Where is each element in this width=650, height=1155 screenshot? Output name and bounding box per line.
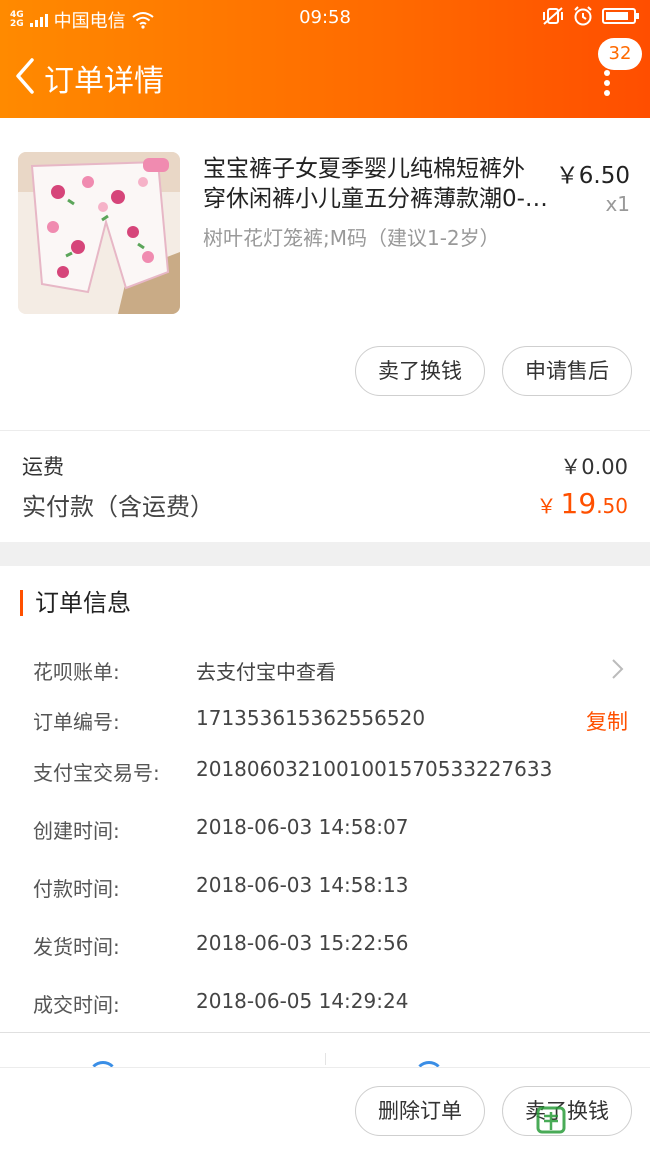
nav-bar: 订单详情 32 (0, 38, 650, 108)
huabei-bill-row[interactable]: 花呗账单: 去支付宝中查看 (0, 650, 650, 690)
product-title[interactable]: 宝宝裤子女夏季婴儿纯棉短裤外 穿休闲裤小儿童五分裤薄款潮0-… (203, 154, 548, 214)
row-key: 支付宝交易号: (33, 761, 160, 785)
paid-decimal: .50 (596, 494, 628, 518)
chevron-right-icon (612, 659, 624, 679)
alarm-icon (574, 6, 592, 26)
product-sku: 树叶花灯笼裤;M码（建议1-2岁） (203, 226, 500, 250)
row-key: 成交时间: (33, 993, 120, 1017)
status-right (542, 6, 639, 26)
bottom-separator (0, 1067, 650, 1068)
shipped-time-row: 发货时间: 2018-06-03 15:22:56 (0, 925, 650, 965)
row-value: 2018-06-03 14:58:13 (196, 873, 409, 897)
shipping-value: ￥0.00 (560, 455, 628, 479)
product-quantity: x1 (605, 192, 630, 216)
message-count-badge[interactable]: 32 (598, 38, 642, 70)
request-aftersale-button[interactable]: 申请售后 (502, 346, 632, 396)
product-card[interactable]: 宝宝裤子女夏季婴儿纯棉短裤外 穿休闲裤小儿童五分裤薄款潮0-… 树叶花灯笼裤;M… (0, 118, 650, 423)
product-title-line2: 穿休闲裤小儿童五分裤薄款潮0-… (203, 186, 548, 212)
app-header: 4G 2G 中国电信 09:58 订单详情 32 (0, 0, 650, 118)
completed-time-row: 成交时间: 2018-06-05 14:29:24 (0, 983, 650, 1023)
row-key: 付款时间: (33, 877, 120, 901)
fee-summary: 运费 ￥0.00 实付款（含运费） ￥ 19.50 (0, 430, 650, 542)
product-thumbnail[interactable] (18, 152, 180, 314)
watermark-logo-icon (536, 1106, 566, 1134)
row-value: 去支付宝中查看 (196, 660, 336, 684)
shipping-label: 运费 (22, 455, 64, 479)
paid-currency: ￥ (536, 494, 557, 518)
page-title: 订单详情 (44, 64, 164, 99)
back-arrow-icon[interactable] (12, 54, 42, 98)
paid-amount: ￥ 19.50 (537, 487, 628, 520)
row-value: 2018060321001001570533227633 (196, 757, 553, 781)
row-value: 2018-06-03 15:22:56 (196, 931, 409, 955)
alipay-trade-row: 支付宝交易号: 2018060321001001570533227633 (0, 751, 650, 791)
product-title-line1: 宝宝裤子女夏季婴儿纯棉短裤外 (203, 156, 525, 182)
row-key: 花呗账单: (33, 660, 120, 684)
watermark-logo (536, 1106, 566, 1141)
shorts-image (18, 152, 180, 314)
row-key: 创建时间: (33, 819, 120, 843)
paid-label: 实付款（含运费） (22, 493, 214, 521)
paid-time-row: 付款时间: 2018-06-03 14:58:13 (0, 867, 650, 907)
battery-icon (602, 8, 639, 24)
row-value: 2018-06-03 14:58:07 (196, 815, 409, 839)
product-price: ￥6.50 (555, 163, 630, 189)
contact-seller-icon[interactable] (88, 1061, 118, 1091)
delete-order-button[interactable]: 删除订单 (355, 1086, 485, 1136)
row-value: 171353615362556520 (196, 706, 426, 730)
row-value: 2018-06-05 14:29:24 (196, 989, 409, 1013)
row-key: 订单编号: (33, 710, 120, 734)
battery-level (606, 12, 629, 20)
order-info-section: 订单信息 花呗账单: 去支付宝中查看 订单编号: 171353615362556… (0, 566, 650, 1032)
row-key: 发货时间: (33, 935, 120, 959)
section-separator (0, 542, 650, 566)
bottom-divider (325, 1053, 326, 1065)
copy-button[interactable]: 复制 (586, 706, 628, 736)
order-info-heading: 订单信息 (20, 590, 131, 616)
more-menu-icon[interactable] (600, 70, 614, 100)
vibrate-icon (543, 7, 563, 25)
paid-integer: 19 (560, 487, 597, 520)
watermark (532, 1100, 650, 1155)
order-number-row: 订单编号: 171353615362556520 复制 (0, 700, 650, 740)
sell-for-cash-button[interactable]: 卖了换钱 (355, 346, 485, 396)
status-bar: 4G 2G 中国电信 09:58 (0, 0, 650, 36)
created-time-row: 创建时间: 2018-06-03 14:58:07 (0, 809, 650, 849)
